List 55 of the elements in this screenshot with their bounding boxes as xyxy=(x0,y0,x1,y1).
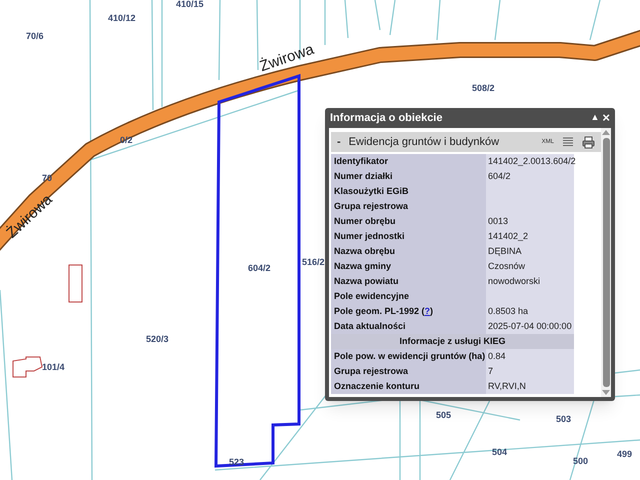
field-label: Nazwa powiatu xyxy=(331,274,486,289)
field-value: Czosnów xyxy=(486,259,574,274)
parcel-number: 410/15 xyxy=(176,0,204,9)
field-value: DĘBINA xyxy=(486,244,574,259)
parcel-number: 70/6 xyxy=(26,32,44,41)
field-label: Nazwa gminy xyxy=(331,259,486,274)
field-label: Grupa rejestrowa xyxy=(331,199,486,214)
field-label: Nazwa obrębu xyxy=(331,244,486,259)
field-value: 0.8503 ha xyxy=(486,304,574,319)
field-label: Numer obrębu xyxy=(331,214,486,229)
section-heading: Informacje z usługi KIEG xyxy=(331,334,574,349)
parcel-number: 604/2 xyxy=(248,264,271,273)
field-label: Identyfikator xyxy=(331,154,486,169)
collapse-toggle[interactable]: - xyxy=(337,134,341,150)
field-value: 7 xyxy=(486,364,574,379)
field-label: Numer jednostki xyxy=(331,229,486,244)
field-value: 141402_2 xyxy=(486,229,574,244)
parcel-number: 503 xyxy=(556,415,572,424)
field-label: Pole pow. w ewidencji gruntów (ha) xyxy=(331,349,486,364)
field-value: 2025-07-04 00:00:00 xyxy=(486,319,574,334)
building-outline xyxy=(12,356,43,378)
parcel-number: 101/4 xyxy=(42,363,65,372)
field-label: Pole ewidencyjne xyxy=(331,289,486,304)
parcel-number: 499 xyxy=(617,450,632,459)
field-label: Grupa rejestrowa xyxy=(331,364,486,379)
close-button[interactable]: × xyxy=(602,111,610,125)
scrollbar[interactable] xyxy=(601,128,611,397)
parcel-number: 410/12 xyxy=(108,14,136,23)
field-value: 604/2 xyxy=(486,169,574,184)
field-label: Klasoużytki EGiB xyxy=(331,184,486,199)
parcel-number: 504 xyxy=(492,448,508,457)
field-value: 0.84 xyxy=(486,349,574,364)
scroll-thumb[interactable] xyxy=(602,138,610,387)
field-value: nowodworski xyxy=(486,274,574,289)
scroll-down-icon[interactable] xyxy=(602,390,610,395)
list-icon[interactable] xyxy=(562,136,574,148)
parcel-number: 520/3 xyxy=(146,335,169,344)
building-outline xyxy=(68,264,82,302)
section-title: Ewidencja gruntów i budynków xyxy=(348,134,500,150)
help-link[interactable]: ? xyxy=(424,307,430,316)
parcel-number: 516/2 xyxy=(302,258,325,267)
panel-title: Informacja o obiekcie xyxy=(330,110,442,126)
collapse-button[interactable]: ▲ xyxy=(590,111,600,125)
field-label: Oznaczenie konturu xyxy=(331,379,486,394)
print-icon[interactable] xyxy=(582,136,595,148)
field-label: Pole geom. PL-1992 (?) xyxy=(331,304,486,319)
field-value: RV,RVI,N xyxy=(486,379,574,394)
parcel-number: 505 xyxy=(436,411,452,420)
field-label: Data aktualności xyxy=(331,319,486,334)
field-value: 141402_2.0013.604/2 xyxy=(486,154,574,169)
parcel-number: 508/2 xyxy=(472,84,495,93)
field-label: Numer działki xyxy=(331,169,486,184)
field-value: 0013 xyxy=(486,214,574,229)
street-label: Żwirowa xyxy=(258,42,316,74)
parcel-number: 0/2 xyxy=(120,136,133,145)
